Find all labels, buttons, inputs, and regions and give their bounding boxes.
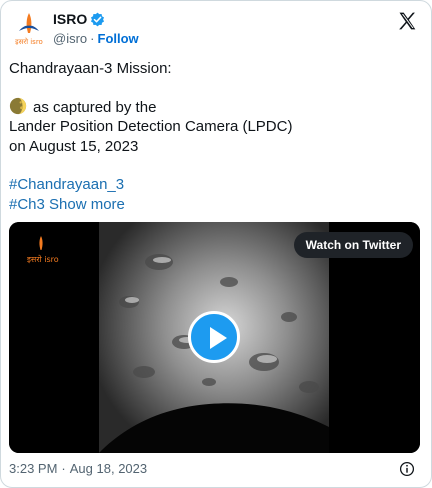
author-name-row: ISRO [53,11,105,27]
tweet-text-line: Chandrayaan-3 Mission: [9,60,172,77]
separator: · [61,461,66,476]
tweet-text-line: Lander Position Detection Camera (LPDC) [9,118,293,135]
info-icon[interactable] [399,461,415,477]
show-more-link[interactable]: Show more [49,196,125,213]
time: 3:23 PM [9,461,58,476]
tweet-text-line: as captured by the [9,97,156,118]
tweet-text-fragment: as captured by the [33,99,157,116]
video-player[interactable]: इसरो isro Watch on Twitter [9,222,420,453]
hashtag-row: #Ch3 Show more [9,195,125,215]
play-button-icon[interactable] [188,311,240,363]
watch-on-twitter-button[interactable]: Watch on Twitter [293,232,413,258]
verified-badge-icon [91,12,105,26]
separator: · [90,31,95,46]
date: Aug 18, 2023 [69,461,148,476]
tweet-timestamp[interactable]: 3:23 PM · Aug 18, 2023 [9,461,147,476]
x-logo-icon[interactable] [397,11,417,31]
author-handle[interactable]: @isro [53,31,87,46]
author-name[interactable]: ISRO [53,11,87,27]
tweet-text-line: on August 15, 2023 [9,138,139,155]
moon-emoji-icon [9,97,27,115]
hashtag-link[interactable]: #Chandrayaan_3 [9,175,124,195]
follow-button[interactable]: Follow [98,31,139,46]
avatar[interactable]: इसरो isro [9,9,49,49]
svg-text:इसरो isro: इसरो isro [27,254,59,264]
author-meta: @isro · Follow [53,31,139,46]
hashtag-link[interactable]: #Ch3 [9,196,45,213]
isro-logo-icon: इसरो isro [9,9,49,49]
svg-text:इसरो isro: इसरो isro [15,37,43,46]
tweet-card: इसरो isro ISRO @isro · Follow Chandrayaa… [0,0,432,488]
